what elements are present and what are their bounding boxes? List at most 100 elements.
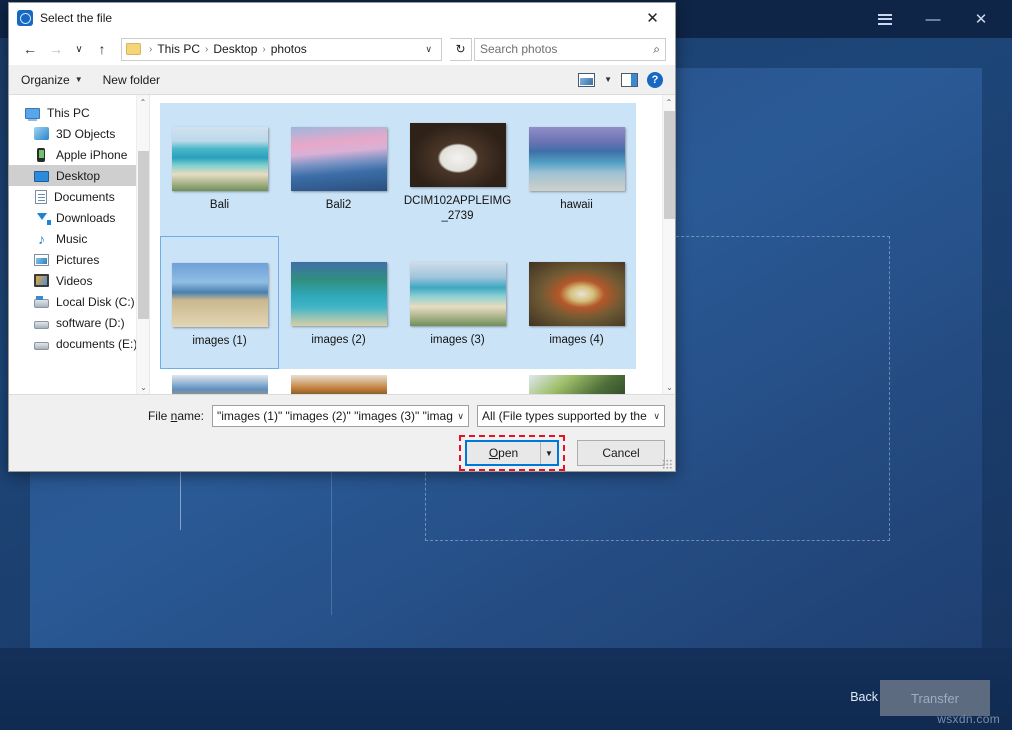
breadcrumb[interactable]: › This PC › Desktop › photos ∨ bbox=[121, 38, 442, 61]
file-thumbnail bbox=[529, 262, 625, 326]
navigation-bar: ← → ∨ ↑ › This PC › Desktop › photos ∨ ↻… bbox=[9, 33, 675, 65]
file-tile[interactable]: hawaii bbox=[517, 103, 636, 236]
dialog-body: This PC 3D Objects Apple iPhone Desktop … bbox=[9, 95, 675, 394]
organize-label: Organize bbox=[21, 73, 70, 87]
dialog-close-icon[interactable]: ✕ bbox=[630, 3, 675, 33]
file-thumbnail bbox=[529, 127, 625, 191]
filename-label: File name: bbox=[148, 409, 204, 423]
local-disk-icon bbox=[34, 299, 49, 308]
cancel-button[interactable]: Cancel bbox=[577, 440, 665, 466]
scrollbar-thumb[interactable] bbox=[138, 151, 149, 319]
file-list[interactable]: Bali Bali2 DCIM102APPLEIMG_2739 hawaii i bbox=[149, 95, 675, 394]
sidebar-item-downloads[interactable]: Downloads bbox=[9, 207, 149, 228]
sidebar-item-software-d[interactable]: software (D:) bbox=[9, 312, 149, 333]
chevron-down-icon: ▼ bbox=[75, 75, 83, 84]
background-footer bbox=[0, 648, 1012, 730]
sidebar-item-label: This PC bbox=[47, 106, 90, 120]
view-chevron-down-icon[interactable]: ▼ bbox=[604, 75, 612, 84]
scroll-up-icon[interactable]: ⌃ bbox=[137, 95, 149, 109]
filetype-dropdown[interactable]: All (File types supported by the ∨ bbox=[477, 405, 665, 427]
desktop-icon bbox=[34, 171, 49, 182]
sidebar-item-apple-iphone[interactable]: Apple iPhone bbox=[9, 144, 149, 165]
dialog-titlebar: Select the file ✕ bbox=[9, 3, 675, 33]
nav-up-icon[interactable]: ↑ bbox=[90, 37, 114, 61]
file-tile[interactable]: images (4) bbox=[517, 236, 636, 369]
sidebar-item-label: 3D Objects bbox=[56, 127, 115, 141]
nav-forward-icon: → bbox=[44, 37, 68, 61]
scroll-up-icon[interactable]: ⌃ bbox=[663, 95, 675, 109]
minimize-icon[interactable]: — bbox=[912, 4, 954, 34]
scroll-down-icon[interactable]: ⌄ bbox=[137, 380, 149, 394]
sidebar-item-3d-objects[interactable]: 3D Objects bbox=[9, 123, 149, 144]
resize-grip[interactable] bbox=[662, 459, 672, 469]
sidebar-scrollbar[interactable]: ⌃ ⌄ bbox=[136, 95, 149, 394]
search-icon[interactable]: ⌕ bbox=[653, 42, 660, 57]
file-label: Bali2 bbox=[285, 198, 393, 213]
sidebar-item-desktop[interactable]: Desktop bbox=[9, 165, 149, 186]
filename-input[interactable] bbox=[217, 409, 453, 423]
pictures-icon bbox=[34, 254, 49, 266]
file-label: hawaii bbox=[523, 198, 631, 213]
command-bar-right: ▼ ? bbox=[578, 72, 663, 88]
sidebar-item-documents[interactable]: Documents bbox=[9, 186, 149, 207]
transfer-button[interactable]: Transfer bbox=[880, 680, 990, 716]
sidebar-item-music[interactable]: ♪ Music bbox=[9, 228, 149, 249]
scroll-down-icon[interactable]: ⌄ bbox=[663, 380, 675, 394]
sidebar-item-documents-e[interactable]: documents (E:) bbox=[9, 333, 149, 354]
watermark: wsxdn.com bbox=[937, 712, 1000, 726]
organize-button[interactable]: Organize ▼ bbox=[21, 73, 83, 87]
sidebar-item-pictures[interactable]: Pictures bbox=[9, 249, 149, 270]
hamburger-menu-icon[interactable] bbox=[864, 4, 906, 34]
view-layout-icon[interactable] bbox=[578, 73, 595, 87]
sidebar-item-label: software (D:) bbox=[56, 316, 125, 330]
open-split-caret-icon[interactable]: ▼ bbox=[540, 442, 557, 464]
preview-pane-icon[interactable] bbox=[621, 73, 638, 87]
nav-recent-locations-icon[interactable]: ∨ bbox=[70, 37, 88, 61]
file-tile[interactable]: images (2) bbox=[279, 236, 398, 369]
file-tile-partial[interactable] bbox=[398, 369, 517, 394]
file-tile[interactable]: images (1) bbox=[160, 236, 279, 369]
file-list-scrollbar[interactable]: ⌃ ⌄ bbox=[662, 95, 675, 394]
file-tile-partial[interactable] bbox=[517, 369, 636, 394]
breadcrumb-item-this-pc[interactable]: This PC bbox=[157, 42, 200, 56]
breadcrumb-item-photos[interactable]: photos bbox=[271, 42, 307, 56]
new-folder-button[interactable]: New folder bbox=[103, 73, 160, 87]
file-thumbnail bbox=[291, 127, 387, 191]
new-folder-label: New folder bbox=[103, 73, 160, 87]
search-box[interactable]: ⌕ bbox=[474, 38, 666, 61]
open-button[interactable]: Open bbox=[467, 442, 540, 464]
file-tile-partial[interactable] bbox=[160, 369, 279, 394]
refresh-icon[interactable]: ↻ bbox=[450, 38, 472, 61]
file-label: images (3) bbox=[404, 333, 512, 348]
command-bar: Organize ▼ New folder ▼ ? bbox=[9, 65, 675, 95]
breadcrumb-item-desktop[interactable]: Desktop bbox=[213, 42, 257, 56]
sidebar-item-videos[interactable]: Videos bbox=[9, 270, 149, 291]
file-tile-partial[interactable] bbox=[279, 369, 398, 394]
file-tile[interactable]: Bali bbox=[160, 103, 279, 236]
sidebar-item-label: Music bbox=[56, 232, 87, 246]
breadcrumb-separator: › bbox=[146, 44, 155, 55]
file-tile[interactable]: Bali2 bbox=[279, 103, 398, 236]
search-input[interactable] bbox=[480, 42, 653, 56]
breadcrumb-chevron-down-icon[interactable]: ∨ bbox=[420, 44, 437, 55]
file-tile[interactable]: images (3) bbox=[398, 236, 517, 369]
file-label: DCIM102APPLEIMG_2739 bbox=[404, 194, 512, 224]
sidebar-item-label: Apple iPhone bbox=[56, 148, 127, 162]
sidebar-item-local-disk-c[interactable]: Local Disk (C:) bbox=[9, 291, 149, 312]
scrollbar-thumb[interactable] bbox=[664, 111, 675, 219]
filetype-chevron-down-icon[interactable]: ∨ bbox=[649, 411, 660, 422]
dialog-title: Select the file bbox=[40, 11, 112, 25]
filename-field[interactable]: ∨ bbox=[212, 405, 469, 427]
drive-icon bbox=[34, 342, 49, 350]
close-icon[interactable]: ✕ bbox=[960, 4, 1002, 34]
file-grid: Bali Bali2 DCIM102APPLEIMG_2739 hawaii i bbox=[150, 95, 675, 394]
sidebar-item-label: Downloads bbox=[56, 211, 115, 225]
filename-chevron-down-icon[interactable]: ∨ bbox=[453, 411, 464, 422]
nav-back-icon[interactable]: ← bbox=[18, 37, 42, 61]
help-icon[interactable]: ? bbox=[647, 72, 663, 88]
back-button[interactable]: Back bbox=[850, 690, 878, 704]
sidebar-item-this-pc[interactable]: This PC bbox=[9, 102, 149, 123]
file-tile[interactable]: DCIM102APPLEIMG_2739 bbox=[398, 103, 517, 236]
sidebar-item-label: Desktop bbox=[56, 169, 100, 183]
sidebar-item-label: Pictures bbox=[56, 253, 99, 267]
